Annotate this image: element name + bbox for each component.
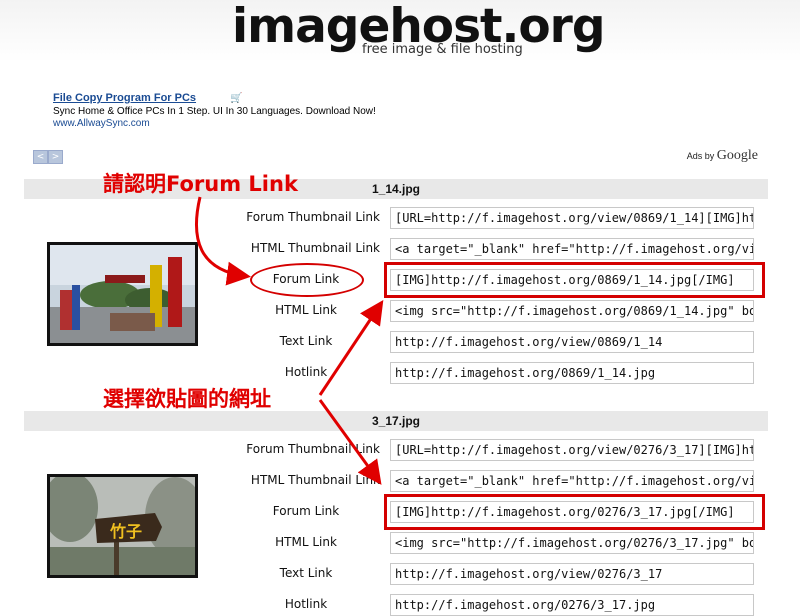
arrow-to-forum-link-2 (318, 399, 382, 485)
arrow-to-forum-link (194, 196, 251, 286)
annotation-arrows (194, 196, 384, 485)
arrow-to-html-link-1 (318, 300, 384, 396)
